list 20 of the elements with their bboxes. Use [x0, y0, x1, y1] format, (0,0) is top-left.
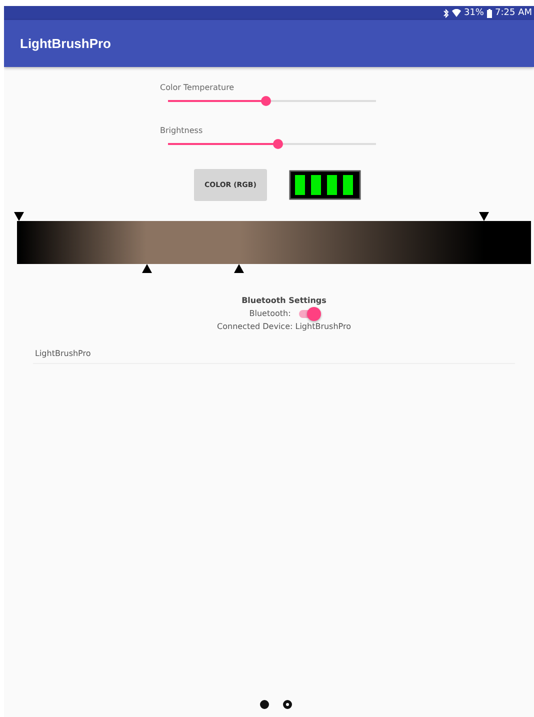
battery-level-icon [289, 170, 361, 200]
up-triangle-marker[interactable] [234, 264, 244, 273]
device-list-item[interactable]: LightBrushPro [33, 345, 515, 364]
slider-label: Color Temperature [160, 83, 236, 92]
clock: 7:25 AM [495, 8, 532, 18]
down-triangle-marker[interactable] [478, 212, 489, 221]
wifi-icon [452, 9, 461, 17]
bluetooth-label: Bluetooth: [249, 309, 291, 318]
bluetooth-icon [442, 8, 449, 18]
bluetooth-switch[interactable] [298, 310, 319, 318]
connected-device-text: Connected Device: LightBrushPro [217, 322, 351, 331]
page-indicator-dot[interactable] [283, 700, 292, 709]
app-title: LightBrushPro [20, 36, 111, 51]
up-triangle-marker[interactable] [142, 264, 152, 273]
battery-icon [487, 8, 492, 18]
slider-label: Brightness [160, 126, 204, 135]
section-heading: Bluetooth Settings [242, 296, 326, 305]
battery-percent: 31% [464, 8, 484, 18]
page-indicator-dot[interactable] [260, 700, 269, 709]
down-triangle-marker[interactable] [14, 212, 24, 221]
